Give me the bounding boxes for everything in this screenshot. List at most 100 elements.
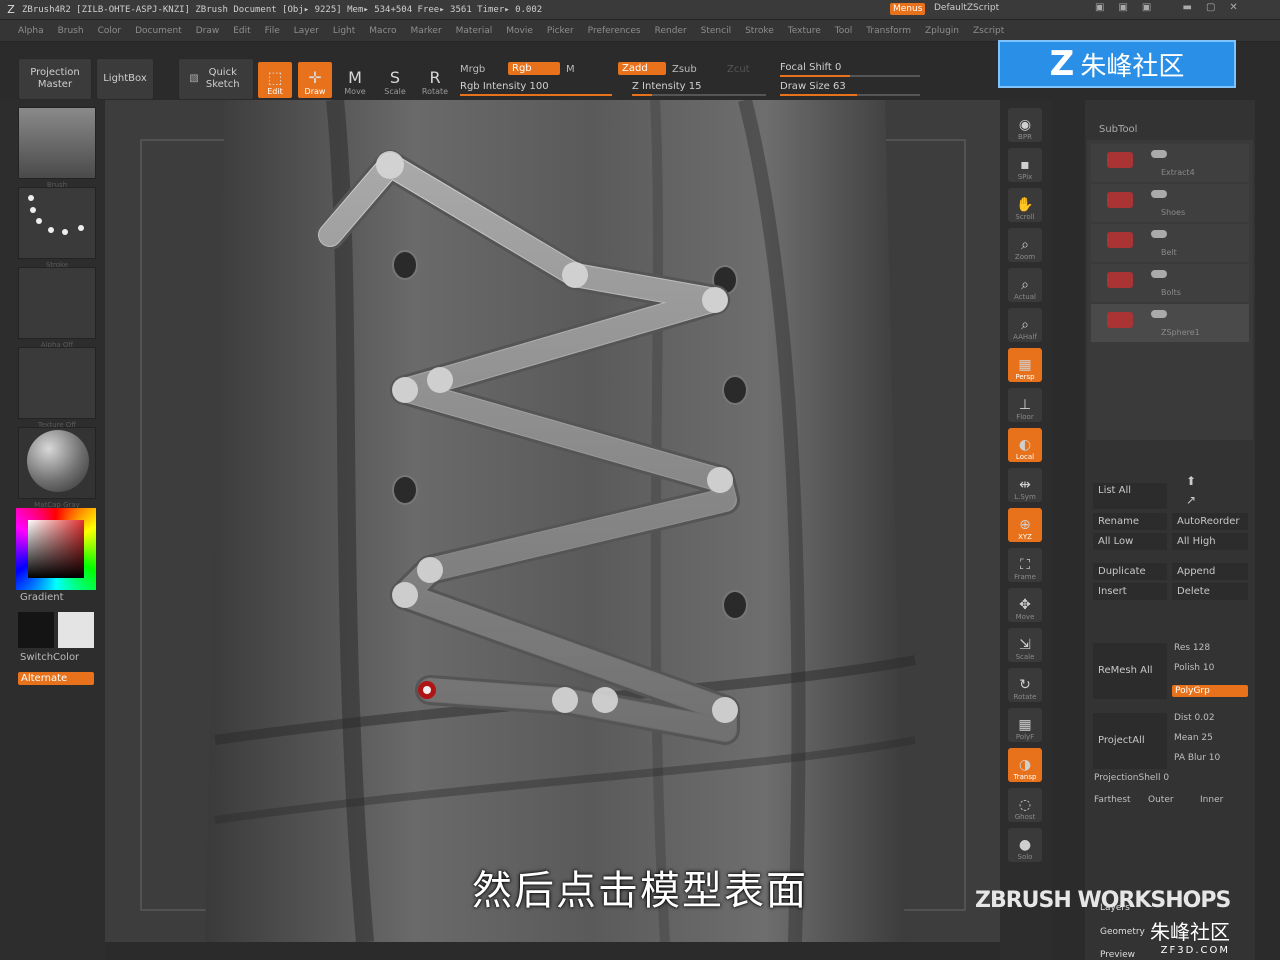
shelf-actual-button[interactable]: ⌕ Actual bbox=[1008, 268, 1042, 302]
duplicate-button[interactable]: Duplicate bbox=[1093, 563, 1167, 580]
zadd-button[interactable]: Zadd bbox=[618, 62, 666, 75]
dist-slider[interactable]: Dist 0.02 bbox=[1174, 713, 1215, 723]
menu-item-light[interactable]: Light bbox=[333, 26, 355, 36]
list-all-button[interactable]: List All bbox=[1093, 483, 1167, 509]
edit-button[interactable]: ⬚ Edit bbox=[258, 62, 292, 98]
menu-item-file[interactable]: File bbox=[265, 26, 280, 36]
append-button[interactable]: Append bbox=[1172, 563, 1248, 580]
gradient-label[interactable]: Gradient bbox=[20, 592, 64, 603]
stroke-thumbnail[interactable]: Stroke bbox=[18, 187, 96, 269]
outer-button[interactable]: Outer bbox=[1148, 795, 1174, 805]
delete-button[interactable]: Delete bbox=[1172, 583, 1248, 600]
alpha-thumbnail[interactable]: Alpha Off bbox=[18, 267, 96, 349]
menu-item-tool[interactable]: Tool bbox=[835, 26, 852, 36]
menu-item-draw[interactable]: Draw bbox=[196, 26, 220, 36]
inner-button[interactable]: Inner bbox=[1200, 795, 1223, 805]
main-color-swatch[interactable] bbox=[18, 612, 54, 648]
menu-item-texture[interactable]: Texture bbox=[788, 26, 821, 36]
menu-item-zplugin[interactable]: Zplugin bbox=[925, 26, 959, 36]
res-slider[interactable]: Res 128 bbox=[1174, 643, 1210, 653]
rgb-intensity-slider[interactable]: Rgb Intensity 100 bbox=[460, 81, 612, 96]
menu-item-zscript[interactable]: Zscript bbox=[973, 26, 1004, 36]
move-button[interactable]: M Move bbox=[338, 62, 372, 98]
shelf-lsym-button[interactable]: ⇹ L.Sym bbox=[1008, 468, 1042, 502]
subtool-up-arrow[interactable]: ⬆ bbox=[1176, 474, 1206, 488]
default-zscript-button[interactable]: DefaultZScript bbox=[934, 3, 999, 13]
shelf-floor-button[interactable]: ⊥ Floor bbox=[1008, 388, 1042, 422]
shelf-persp-button[interactable]: ▦ Persp bbox=[1008, 348, 1042, 382]
subtool-item[interactable]: Belt bbox=[1091, 224, 1249, 262]
eye-icon[interactable] bbox=[1151, 150, 1167, 158]
menu-item-alpha[interactable]: Alpha bbox=[18, 26, 44, 36]
menu-item-stencil[interactable]: Stencil bbox=[701, 26, 731, 36]
material-thumbnail[interactable]: MatCap Gray bbox=[18, 427, 96, 509]
insert-button[interactable]: Insert bbox=[1093, 583, 1167, 600]
draw-button[interactable]: ✛ Draw bbox=[298, 62, 332, 98]
shelf-local-button[interactable]: ◐ Local bbox=[1008, 428, 1042, 462]
menu-item-layer[interactable]: Layer bbox=[294, 26, 319, 36]
projectall-button[interactable]: ProjectAll bbox=[1093, 713, 1167, 769]
shelf-frame-button[interactable]: ⛶ Frame bbox=[1008, 548, 1042, 582]
shelf-aahalf-button[interactable]: ⌕ AAHalf bbox=[1008, 308, 1042, 342]
geometry-section[interactable]: Geometry bbox=[1100, 927, 1145, 937]
projectionshell-slider[interactable]: ProjectionShell 0 bbox=[1094, 773, 1169, 783]
rgb-button[interactable]: Rgb bbox=[508, 62, 560, 75]
menu-item-macro[interactable]: Macro bbox=[369, 26, 396, 36]
menu-item-document[interactable]: Document bbox=[135, 26, 182, 36]
shelf-polyf-button[interactable]: ▦ PolyF bbox=[1008, 708, 1042, 742]
shelf-scale-button[interactable]: ⇲ Scale bbox=[1008, 628, 1042, 662]
all-low-button[interactable]: All Low bbox=[1093, 533, 1167, 550]
subtool-down-arrow[interactable]: ↗ bbox=[1176, 493, 1206, 507]
window-controls[interactable]: ▣▣▣ ▬▢✕ bbox=[1095, 2, 1252, 13]
shelf-solo-button[interactable]: ● Solo bbox=[1008, 828, 1042, 862]
quick-sketch-button[interactable]: ▧ Quick Sketch bbox=[178, 58, 254, 100]
menu-item-transform[interactable]: Transform bbox=[866, 26, 911, 36]
alternate-button[interactable]: Alternate bbox=[18, 672, 94, 685]
shelf-xyz-button[interactable]: ⊕ XYZ bbox=[1008, 508, 1042, 542]
projection-master-button[interactable]: Projection Master bbox=[18, 58, 92, 100]
rotate-button[interactable]: R Rotate bbox=[418, 62, 452, 98]
draw-size-slider[interactable]: Draw Size 63 bbox=[780, 81, 920, 96]
m-button[interactable]: M bbox=[566, 64, 575, 75]
menus-button[interactable]: Menus bbox=[890, 3, 926, 15]
all-high-button[interactable]: All High bbox=[1172, 533, 1248, 550]
remesh-all-button[interactable]: ReMesh All bbox=[1093, 643, 1167, 699]
eye-icon[interactable] bbox=[1151, 230, 1167, 238]
preview-section[interactable]: Preview bbox=[1100, 950, 1135, 960]
shelf-rotate-button[interactable]: ↻ Rotate bbox=[1008, 668, 1042, 702]
canvas-viewport[interactable] bbox=[105, 100, 1000, 942]
menu-item-color[interactable]: Color bbox=[98, 26, 122, 36]
menu-item-brush[interactable]: Brush bbox=[58, 26, 84, 36]
texture-thumbnail[interactable]: Texture Off bbox=[18, 347, 96, 429]
shelf-ghost-button[interactable]: ◌ Ghost bbox=[1008, 788, 1042, 822]
model-render[interactable] bbox=[105, 100, 1000, 942]
polish-slider[interactable]: Polish 10 bbox=[1174, 663, 1214, 673]
shelf-spix-button[interactable]: ▪ SPix bbox=[1008, 148, 1042, 182]
menu-item-picker[interactable]: Picker bbox=[547, 26, 574, 36]
subtool-item[interactable]: Bolts bbox=[1091, 264, 1249, 302]
zcut-button[interactable]: Zcut bbox=[727, 64, 750, 75]
eye-icon[interactable] bbox=[1151, 310, 1167, 318]
shelf-zoom-button[interactable]: ⌕ Zoom bbox=[1008, 228, 1042, 262]
subtool-item[interactable]: Extract4 bbox=[1091, 144, 1249, 182]
scale-button[interactable]: S Scale bbox=[378, 62, 412, 98]
eye-icon[interactable] bbox=[1151, 190, 1167, 198]
menu-item-material[interactable]: Material bbox=[456, 26, 493, 36]
color-picker[interactable] bbox=[16, 508, 96, 590]
shelf-bpr-button[interactable]: ◉ BPR bbox=[1008, 108, 1042, 142]
subtool-item[interactable]: Shoes bbox=[1091, 184, 1249, 222]
zsub-button[interactable]: Zsub bbox=[672, 64, 697, 75]
color-picker-square[interactable] bbox=[28, 520, 84, 578]
switchcolor-button[interactable]: SwitchColor bbox=[20, 652, 79, 663]
eye-icon[interactable] bbox=[1151, 270, 1167, 278]
menu-item-movie[interactable]: Movie bbox=[506, 26, 533, 36]
menu-item-marker[interactable]: Marker bbox=[411, 26, 442, 36]
lightbox-button[interactable]: LightBox bbox=[96, 58, 154, 100]
shelf-scroll-button[interactable]: ✋ Scroll bbox=[1008, 188, 1042, 222]
z-intensity-slider[interactable]: Z Intensity 15 bbox=[632, 81, 766, 96]
shelf-move-button[interactable]: ✥ Move bbox=[1008, 588, 1042, 622]
autoreorder-button[interactable]: AutoReorder bbox=[1172, 513, 1248, 530]
subtool-item[interactable]: ZSphere1 bbox=[1091, 304, 1249, 342]
polygrp-button[interactable]: PolyGrp bbox=[1172, 685, 1248, 697]
rename-button[interactable]: Rename bbox=[1093, 513, 1167, 530]
